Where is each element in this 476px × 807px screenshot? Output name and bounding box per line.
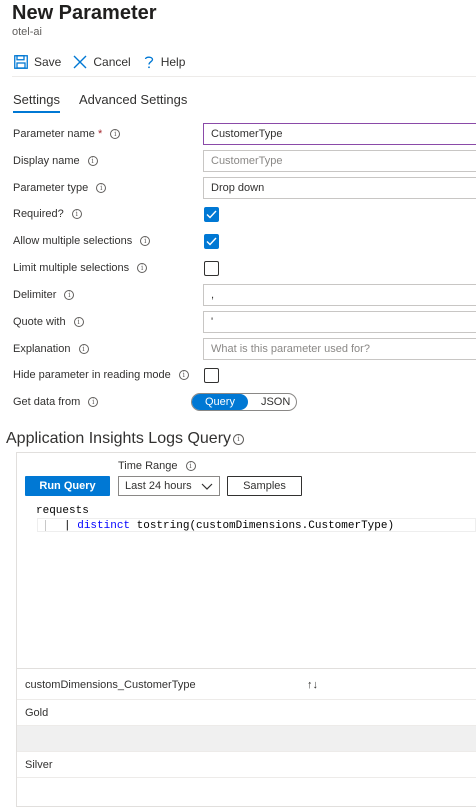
column-header[interactable]: customDimensions_CustomerType [25,679,196,691]
toolbar-divider [12,76,476,77]
code-pipe: | [64,520,71,532]
checkmark-icon [206,237,217,246]
limit-multiple-label: Limit multiple selections [13,262,130,274]
query-panel: Time Range i Run Query Last 24 hours Sam… [16,452,476,807]
row-required: Required? i [13,203,476,225]
info-icon: i [87,156,98,166]
required-mark: * [97,128,103,140]
explanation-label: Explanation [13,343,71,355]
time-range-value: Last 24 hours [125,480,192,492]
sort-icon[interactable]: ↑↓ [307,679,318,691]
toggle-option-query[interactable]: Query [192,394,248,410]
row-parameter-type: Parameter type i Drop down [13,177,476,199]
required-label: Required? [13,208,64,220]
row-delimiter: Delimiter i , [13,284,476,306]
save-icon [14,55,28,69]
row-parameter-name: Parameter name * i CustomerType [13,123,476,145]
question-icon [144,56,153,69]
page-title: New Parameter [12,2,157,24]
info-icon: i [96,183,107,193]
parameter-name-input[interactable]: CustomerType [203,123,476,145]
delimiter-label: Delimiter [13,289,57,301]
info-icon: i [64,290,75,300]
results-header: customDimensions_CustomerType ↑↓ [17,669,476,700]
code-keyword: distinct [77,520,131,532]
page-subtitle: otel-ai [12,26,42,38]
tab-bar: Settings Advanced Settings [13,92,206,113]
indent-guide [45,520,46,531]
code-line-1: requests [36,505,89,517]
row-limit-multiple: Limit multiple selections i [13,257,476,279]
tab-advanced-settings[interactable]: Advanced Settings [79,92,187,113]
toolbar: Save Cancel Help [14,52,197,72]
query-section-title: Application Insights Logs Query i [6,430,245,448]
data-source-toggle: Query JSON [191,393,297,411]
save-button[interactable]: Save [14,55,61,69]
close-icon [73,55,87,69]
code-line-2: | distinct tostring(customDimensions.Cus… [64,520,394,532]
hide-in-reading-label: Hide parameter in reading mode [13,369,171,381]
info-icon: i [233,433,245,445]
quote-with-input[interactable]: ' [203,311,476,333]
save-label: Save [34,55,62,69]
table-row[interactable] [17,726,476,752]
cancel-button[interactable]: Cancel [73,55,131,69]
limit-multiple-checkbox[interactable] [204,260,219,276]
time-range-label: Time Range [118,460,178,472]
query-editor[interactable]: requests | distinct tostring(customDimen… [17,502,476,668]
parameter-name-label: Parameter name [13,128,95,140]
info-icon: i [88,397,99,407]
help-button[interactable]: Help [143,55,186,69]
parameter-type-label: Parameter type [13,182,89,194]
info-icon: i [78,344,89,354]
table-cell: Silver [25,759,53,771]
get-data-from-label: Get data from [13,396,81,408]
display-name-label: Display name [13,155,80,167]
row-quote-with: Quote with i ' [13,311,476,333]
display-name-input[interactable]: CustomerType [203,150,476,172]
run-query-button[interactable]: Run Query [25,476,110,496]
tab-settings[interactable]: Settings [13,92,60,113]
delimiter-input[interactable]: , [203,284,476,306]
hide-in-reading-checkbox[interactable] [204,367,219,383]
info-icon: i [140,236,151,246]
table-row[interactable]: Gold [17,700,476,726]
parameter-type-dropdown[interactable]: Drop down [203,177,476,199]
info-icon: i [73,317,84,327]
quote-with-label: Quote with [13,316,66,328]
query-section-title-text: Application Insights Logs Query [6,430,232,447]
row-allow-multiple: Allow multiple selections i [13,230,476,252]
allow-multiple-label: Allow multiple selections [13,235,133,247]
row-explanation: Explanation i What is this parameter use… [13,338,476,360]
explanation-input[interactable]: What is this parameter used for? [203,338,476,360]
chevron-down-icon [201,483,213,490]
allow-multiple-checkbox[interactable] [204,233,219,249]
results-grid: customDimensions_CustomerType ↑↓ Gold Si… [17,668,476,806]
info-icon: i [178,370,189,380]
info-icon: i [185,461,196,471]
checkmark-icon [206,210,217,219]
time-range-dropdown[interactable]: Last 24 hours [118,476,220,496]
row-display-name: Display name i CustomerType [13,150,476,172]
required-checkbox[interactable] [204,206,219,222]
info-icon: i [71,209,82,219]
table-cell: Gold [25,707,49,719]
info-icon: i [137,263,148,273]
code-rest: tostring(customDimensions.CustomerType) [130,520,395,532]
row-hide-in-reading: Hide parameter in reading mode i [13,364,476,386]
info-icon: i [110,129,121,139]
cancel-label: Cancel [93,55,131,69]
samples-button[interactable]: Samples [227,476,302,496]
toggle-option-json[interactable]: JSON [248,394,303,410]
help-label: Help [160,55,186,69]
table-row[interactable]: Silver [17,752,476,778]
